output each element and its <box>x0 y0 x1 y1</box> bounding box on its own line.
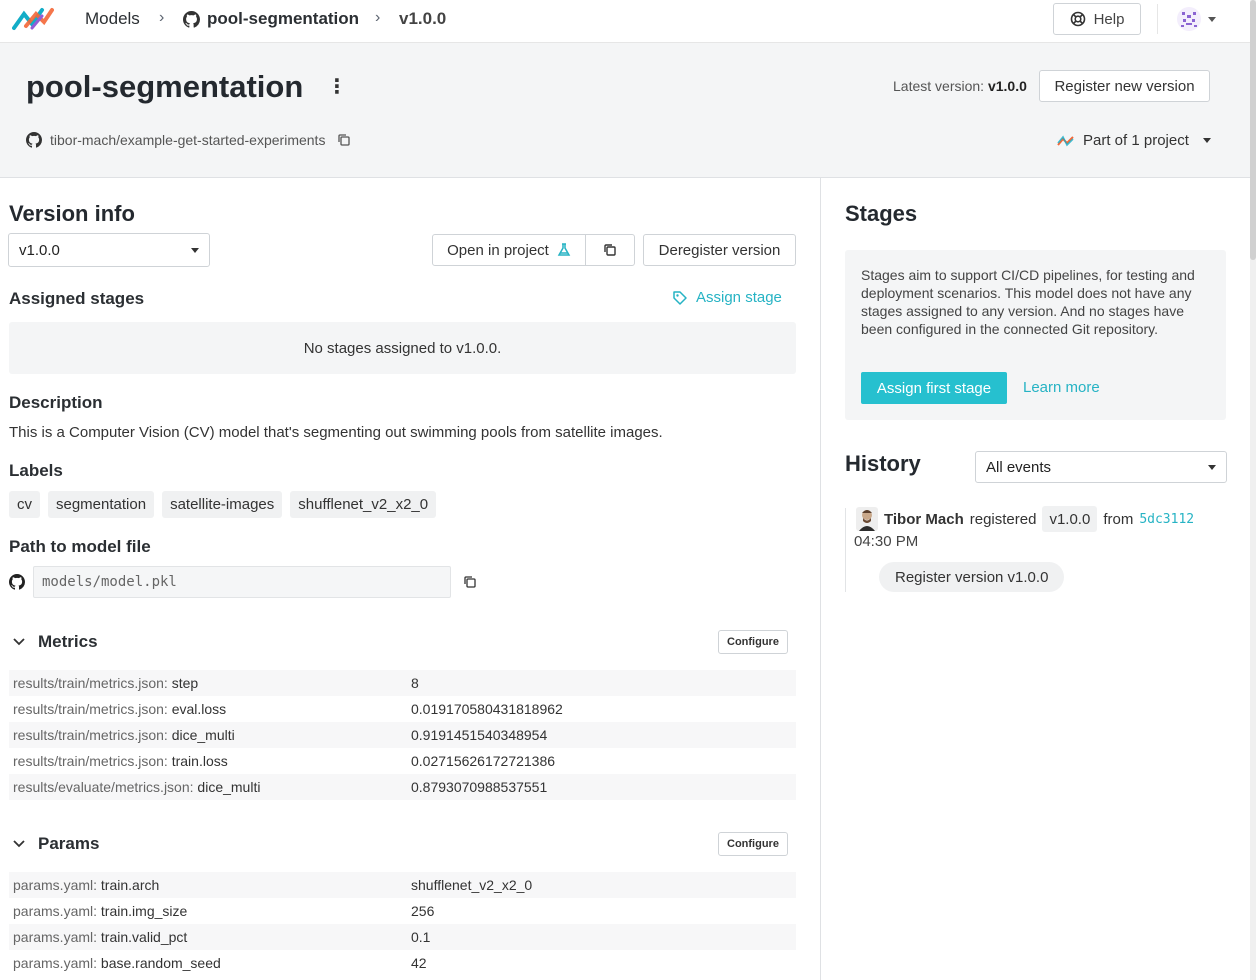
table-row: results/train/metrics.json: step 8 <box>9 670 796 696</box>
learn-more-link[interactable]: Learn more <box>1023 379 1100 396</box>
commit-link[interactable]: 5dc3112 <box>1139 512 1194 527</box>
no-stages-message: No stages assigned to v1.0.0. <box>9 322 796 374</box>
table-row: results/evaluate/metrics.json: dice_mult… <box>9 774 796 800</box>
scrollbar-thumb[interactable] <box>1250 0 1256 260</box>
chevron-down-icon <box>13 840 25 848</box>
flask-icon <box>557 243 571 256</box>
path-title: Path to model file <box>9 537 151 556</box>
history-timeline <box>845 508 846 592</box>
table-row: results/train/metrics.json: train.loss 0.… <box>13 753 556 769</box>
tag-icon <box>673 290 687 305</box>
description-text: This is a Computer Vision (CV) model tha… <box>9 424 663 441</box>
stages-title: Stages <box>845 201 918 226</box>
more-menu-icon[interactable]: ⋮ <box>327 77 347 97</box>
chevron-right-icon: › <box>159 9 165 26</box>
history-title: History <box>845 451 921 476</box>
register-new-version-button[interactable]: Register new version <box>1039 70 1210 102</box>
metrics-configure-button[interactable]: Configure <box>718 630 788 654</box>
open-in-project-group: Open in project <box>432 234 635 266</box>
table-row: params.yaml: base.random_seed 42 <box>13 955 427 971</box>
assign-first-stage-button[interactable]: Assign first stage <box>861 372 1007 404</box>
path-row: models/model.pkl <box>9 566 477 598</box>
copy-link-button[interactable] <box>586 235 634 265</box>
repo-link[interactable]: tibor-mach/example-get-started-experimen… <box>26 132 351 148</box>
breadcrumb-version: v1.0.0 <box>399 9 447 28</box>
page-title: pool-segmentation <box>26 69 304 104</box>
metrics-table: results/train/metrics.json: step 8 result… <box>9 670 796 800</box>
table-row: params.yaml: train.arch shufflenet_v2_x2_… <box>9 872 796 898</box>
history-filter-select[interactable]: All events <box>975 451 1227 483</box>
github-icon <box>9 574 25 590</box>
params-section-toggle[interactable]: Params <box>12 834 99 854</box>
params-configure-button[interactable]: Configure <box>718 832 788 856</box>
help-label: Help <box>1093 10 1125 28</box>
lifebuoy-icon <box>1070 11 1085 27</box>
deregister-version-button[interactable]: Deregister version <box>643 234 796 266</box>
chevron-down-icon <box>1202 138 1211 143</box>
version-select[interactable]: v1.0.0 <box>8 233 210 267</box>
repo-path[interactable]: tibor-mach/example-get-started-experimen… <box>50 132 325 148</box>
model-header: pool-segmentation ⋮ Latest version: v1.0… <box>0 43 1250 178</box>
user-menu[interactable] <box>1176 6 1216 32</box>
metrics-section-toggle[interactable]: Metrics <box>12 632 98 652</box>
event-timestamp: 04:30 PM <box>854 533 919 550</box>
breadcrumb-models[interactable]: Models <box>85 9 140 29</box>
version-chip: v1.0.0 <box>1042 506 1098 532</box>
label-chip: segmentation <box>48 491 155 518</box>
stages-info-text: Stages aim to support CI/CD pipelines, f… <box>861 267 1195 337</box>
copy-icon <box>604 244 616 256</box>
chevron-down-icon <box>1208 16 1216 22</box>
top-navbar: Models › pool-segmentation › v1.0.0 Help <box>0 0 1250 43</box>
chevron-down-icon <box>13 638 25 646</box>
labels-title: Labels <box>9 461 63 480</box>
latest-version: Latest version: v1.0.0 <box>893 78 1027 94</box>
github-icon <box>26 132 42 148</box>
chevron-right-icon: › <box>375 9 381 26</box>
version-info-title: Version info <box>9 201 135 226</box>
params-table: params.yaml: train.arch shufflenet_v2_x2_… <box>9 872 796 976</box>
table-row: params.yaml: train.img_size 256 <box>13 903 435 919</box>
event-label-chip: Register version v1.0.0 <box>879 562 1065 592</box>
label-chip: cv <box>9 491 40 518</box>
assign-stage-link[interactable]: Assign stage <box>672 289 782 306</box>
label-chip: satellite-images <box>162 491 283 518</box>
avatar <box>1177 7 1201 31</box>
table-row: results/train/metrics.json: eval.loss 0.0… <box>13 701 563 717</box>
dvc-logo-icon[interactable] <box>12 6 54 32</box>
labels-list: cv segmentation satellite-images shuffle… <box>9 491 437 518</box>
table-row: params.yaml: train.valid_pct 0.1 <box>9 924 796 950</box>
chevron-down-icon <box>1208 464 1216 470</box>
open-in-project-button[interactable]: Open in project <box>433 235 586 265</box>
breadcrumb-repo[interactable]: pool-segmentation <box>207 9 359 29</box>
copy-icon[interactable] <box>337 133 351 147</box>
avatar <box>856 507 878 531</box>
chevron-down-icon <box>191 247 199 253</box>
part-of-project-dropdown[interactable]: Part of 1 project <box>1057 132 1211 149</box>
table-row: results/train/metrics.json: dice_multi 0.… <box>9 722 796 748</box>
page-scrollbar[interactable] <box>1250 0 1256 980</box>
assigned-stages-title: Assigned stages <box>9 289 145 308</box>
help-button[interactable]: Help <box>1053 3 1141 35</box>
model-path-field[interactable]: models/model.pkl <box>33 566 451 598</box>
nav-divider <box>1157 4 1158 34</box>
project-icon <box>1057 135 1074 146</box>
label-chip: shufflenet_v2_x2_0 <box>290 491 437 518</box>
github-icon <box>183 11 200 28</box>
history-event: Tibor Mach registered v1.0.0 from 5dc311… <box>856 506 1194 532</box>
description-title: Description <box>9 393 103 412</box>
column-divider <box>820 178 821 980</box>
stages-empty-panel: Stages aim to support CI/CD pipelines, f… <box>845 250 1226 420</box>
copy-icon[interactable] <box>463 575 477 589</box>
